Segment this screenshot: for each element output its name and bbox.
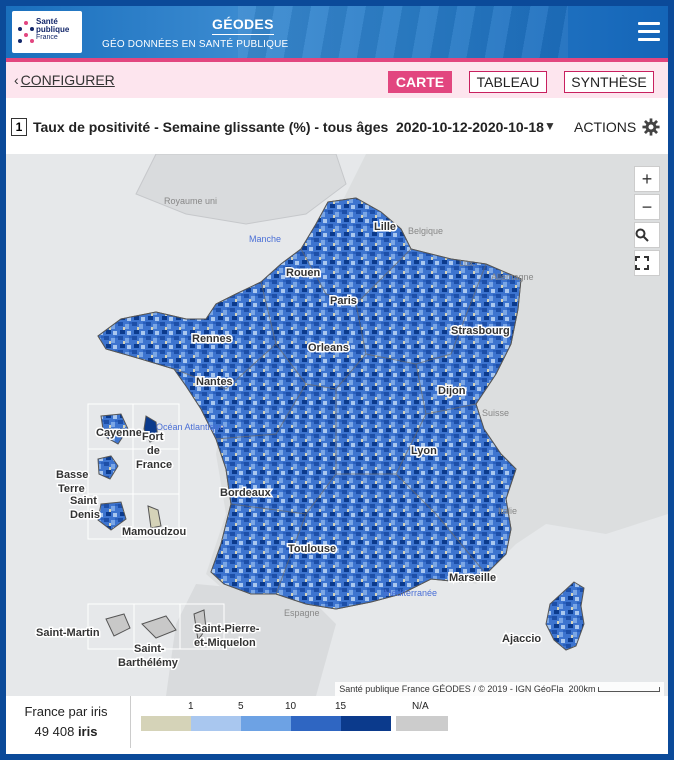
overseas-label-part: de <box>147 445 160 457</box>
legend-tick: 5 <box>238 701 244 712</box>
hamburger-menu-icon[interactable] <box>638 22 660 42</box>
indicator-label[interactable]: Taux de positivité - Semaine glissante (… <box>33 119 388 135</box>
city-mamoudzou: Mamoudzou <box>122 526 186 538</box>
chevron-left-icon: ‹ <box>14 72 19 88</box>
configurer-label: CONFIGURER <box>20 72 115 88</box>
city-bordeaux: Bordeaux <box>220 487 272 499</box>
city-lille: Lille <box>374 221 396 233</box>
legend-tick: 1 <box>188 701 194 712</box>
legend-swatch-na <box>396 716 448 731</box>
city-nantes: Nantes <box>196 376 233 388</box>
label-manche: Manche <box>249 234 281 244</box>
label-espagne: Espagne <box>284 608 320 618</box>
date-range-select[interactable]: 2020-10-12-2020-10-18 <box>396 119 544 135</box>
legend-swatch <box>241 716 291 731</box>
overseas-label-part: Terre <box>58 483 85 495</box>
tab-tableau[interactable]: TABLEAU <box>469 71 547 93</box>
fullscreen-icon <box>635 256 649 270</box>
city-dijon: Dijon <box>438 385 466 397</box>
city-fort-de-france: Fort de France <box>136 431 172 471</box>
overseas-label-part: Barthélémy <box>118 657 179 669</box>
overseas-label-part: Fort <box>142 431 164 443</box>
legend-swatch <box>141 716 191 731</box>
attribution-text: Santé publique France GÉODES / © 2019 - … <box>339 684 564 694</box>
label-ocean-atlantique: Océan Atlantique <box>156 422 225 432</box>
mayotte <box>147 505 162 529</box>
overseas-label-part: Denis <box>70 509 100 521</box>
app-title: GÉODES <box>212 16 274 35</box>
app-frame: Santé publique France GÉODES GÉO DONNÉES… <box>6 6 668 754</box>
overseas-label-part: Saint <box>70 495 97 507</box>
legend-swatch <box>341 716 391 731</box>
city-lyon: Lyon <box>411 445 437 457</box>
caret-down-icon[interactable]: ▼ <box>544 119 556 133</box>
city-cayenne: Cayenne <box>96 427 142 439</box>
gear-icon[interactable] <box>642 118 660 136</box>
label-luxembourg: Lux. <box>459 258 476 268</box>
header-banner-photo <box>238 6 568 58</box>
search-icon <box>635 228 649 242</box>
city-saint-martin: Saint-Martin <box>36 627 100 639</box>
city-rennes: Rennes <box>192 333 232 345</box>
logo-line: publique <box>36 25 70 34</box>
overseas-label-part: France <box>136 459 172 471</box>
legend-title: France par iris <box>24 704 108 719</box>
city-basse-terre: Basse Terre <box>56 469 88 495</box>
legend-count-value: 49 408 <box>34 724 75 739</box>
label-mediterranee: Méditerranée <box>384 588 437 598</box>
label-royaume-uni: Royaume uni <box>164 196 217 206</box>
corsica <box>545 581 585 651</box>
map-legend: France par iris 49 408 iris 1 5 10 15 N/… <box>6 696 668 754</box>
configurer-back-link[interactable]: ‹ CONFIGURER <box>14 72 115 88</box>
overseas-label-part: Basse <box>56 469 88 481</box>
map-canvas[interactable]: Royaume uni Belgique Lux. Allemagne Suis… <box>6 154 668 696</box>
legend-count-unit: iris <box>77 724 98 739</box>
actions-menu[interactable]: ACTIONS <box>574 119 636 135</box>
uk-landmass <box>135 154 347 225</box>
scale-bar <box>598 687 660 693</box>
sante-publique-france-logo[interactable]: Santé publique France <box>12 11 82 53</box>
logo-line: France <box>36 34 58 41</box>
map-attribution: Santé publique France GÉODES / © 2019 - … <box>335 682 664 696</box>
legend-swatch <box>191 716 241 731</box>
fullscreen-button[interactable] <box>634 250 660 276</box>
label-allemagne: Allemagne <box>491 272 534 282</box>
overseas-label-part: Saint-Pierre- <box>194 623 260 635</box>
app-subtitle: GÉO DONNÉES EN SANTÉ PUBLIQUE <box>102 39 289 50</box>
saint-barthelemy-shape <box>141 615 177 639</box>
zoom-in-button[interactable]: + <box>634 166 660 192</box>
legend-swatch <box>291 716 341 731</box>
indicator-bar: 1 Taux de positivité - Semaine glissante… <box>6 98 668 154</box>
label-italie: Italie <box>498 506 517 516</box>
tab-carte[interactable]: CARTE <box>388 71 452 93</box>
view-toolbar: ‹ CONFIGURER CARTE TABLEAU SYNTHÈSE <box>6 62 668 98</box>
saint-martin-shape <box>105 613 131 637</box>
city-strasbourg: Strasbourg <box>451 325 510 337</box>
search-map-button[interactable] <box>634 222 660 248</box>
legend-scale: 1 5 10 15 N/A <box>130 696 668 748</box>
city-orleans: Orleans <box>308 342 349 354</box>
legend-count: 49 408 iris <box>6 724 126 739</box>
app-header: Santé publique France GÉODES GÉO DONNÉES… <box>6 6 668 58</box>
overseas-label-part: et-Miquelon <box>194 637 256 649</box>
overseas-label-part: Saint- <box>134 643 165 655</box>
indicator-number: 1 <box>11 118 27 136</box>
city-saint-denis: Saint Denis <box>70 495 100 521</box>
city-saint-barthelemy: Saint- Barthélémy <box>118 643 179 669</box>
choropleth-map[interactable]: Royaume uni Belgique Lux. Allemagne Suis… <box>6 154 668 696</box>
legend-tick: 10 <box>285 701 297 712</box>
guadeloupe <box>97 455 119 480</box>
zoom-out-button[interactable]: − <box>634 194 660 220</box>
tab-synthese[interactable]: SYNTHÈSE <box>564 71 654 93</box>
city-paris: Paris <box>330 295 357 307</box>
legend-na-label: N/A <box>412 701 429 712</box>
city-toulouse: Toulouse <box>288 543 336 555</box>
label-belgique: Belgique <box>408 226 443 236</box>
label-suisse: Suisse <box>482 408 509 418</box>
city-marseille: Marseille <box>449 572 496 584</box>
legend-tick: 15 <box>335 701 347 712</box>
scale-label: 200km <box>568 684 596 694</box>
city-ajaccio: Ajaccio <box>502 633 541 645</box>
city-rouen: Rouen <box>286 267 321 279</box>
